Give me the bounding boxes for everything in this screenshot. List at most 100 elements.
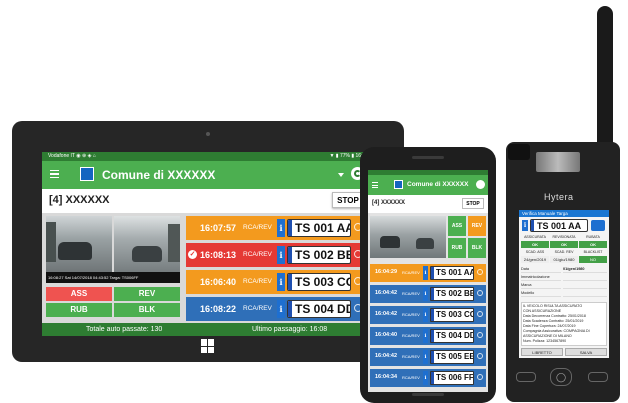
info-value <box>563 274 607 281</box>
phone-speaker-bottom <box>412 393 444 396</box>
phone-blk-button[interactable]: BLK <box>468 238 486 258</box>
tablet-passage-row[interactable]: 16:08:22 RCA/REV i TS 004 DD <box>186 297 370 321</box>
grid-value: 24/gen/2019 <box>521 256 549 263</box>
status-circle-icon <box>477 332 483 338</box>
radio-antenna <box>597 6 613 148</box>
plate-text: TS 006 FF <box>436 373 474 382</box>
grid-label: SCAD. REV <box>554 250 574 254</box>
tablet-passage-row[interactable]: 16:06:40 RCA/REV i TS 003 CC <box>186 270 370 294</box>
tablet-subtitle-row: [4] XXXXXX STOP <box>42 189 372 213</box>
tablet-passage-row[interactable]: 16:07:57 RCA/REV i TS 001 AA <box>186 216 370 240</box>
radio-screen: Verifica Manuale Targa i TS 001 AA ASSIC… <box>519 210 609 358</box>
row-time: 16:04:40 <box>375 332 398 338</box>
grid-label: SCAD. ASS <box>525 250 545 254</box>
tablet-status-bar: Vodafone IT ◉ ⊕ ◈ ⌂ ▼ ▮ 77% ▮ 16:08 <box>42 152 372 161</box>
check-icon: ✓ <box>188 250 197 259</box>
app-logo-icon <box>80 167 94 181</box>
phone-passage-row[interactable]: 16:04:34 RCA/REV i TS 006 FF <box>370 369 486 387</box>
note-line: Num. Polizza: 1234567890 <box>523 339 567 343</box>
windows-logo-icon[interactable] <box>201 339 215 353</box>
radio-knob[interactable] <box>508 144 530 160</box>
row-type: RCA/REV <box>402 375 420 380</box>
grid-value: OK <box>521 241 549 248</box>
libretto-button[interactable]: LIBRETTO <box>521 348 563 356</box>
row-type: RCA/REV <box>243 305 272 312</box>
info-icon[interactable]: i <box>423 266 428 280</box>
salva-button[interactable]: SALVA <box>565 348 607 356</box>
info-icon[interactable]: i <box>423 287 428 301</box>
camera-image-left[interactable] <box>46 216 112 272</box>
phone-rev-button[interactable]: REV <box>468 216 486 236</box>
info-label: Immatricolazione <box>521 274 561 281</box>
phone-passage-row[interactable]: 16:04:40 RCA/REV i TS 004 DD <box>370 327 486 345</box>
row-type: RCA/REV <box>243 224 272 231</box>
plate-number: TS 006 FF <box>430 371 474 385</box>
phone-ass-button[interactable]: ASS <box>448 216 466 236</box>
phone-passage-row[interactable]: 16:04:42 RCA/REV i TS 005 EE <box>370 348 486 366</box>
grid-value: OK <box>579 241 607 248</box>
row-type: RCA/REV <box>243 251 272 258</box>
grid-value: 01/giu/1980 <box>550 256 578 263</box>
plate-text: TS 005 EE <box>436 352 474 361</box>
radio-info-icon[interactable]: i <box>522 220 528 231</box>
phone-rub-button[interactable]: RUB <box>448 238 466 258</box>
info-icon[interactable]: i <box>423 308 428 322</box>
plate-text: TS 003 CC <box>295 275 351 289</box>
ass-button[interactable]: ASS <box>46 287 112 301</box>
phone-logo-icon <box>394 180 403 189</box>
radio-top-grille <box>536 152 580 172</box>
rub-button[interactable]: RUB <box>46 303 112 317</box>
phone-passage-row[interactable]: 16:04:42 RCA/REV i TS 002 BB <box>370 285 486 303</box>
row-time: 16:04:29 <box>375 269 398 275</box>
last-passage: Ultimo passaggio: 16:08 <box>252 326 328 333</box>
plate-number: TS 002 BB <box>287 246 351 264</box>
phone-title: Comune di XXXXXX <box>407 181 469 188</box>
phone-refresh-icon[interactable] <box>476 180 485 189</box>
info-icon[interactable]: i <box>277 300 285 318</box>
plate-number: TS 003 CC <box>430 308 474 322</box>
info-icon[interactable]: i <box>423 329 428 343</box>
info-value <box>563 290 607 297</box>
radio-soft-key-right[interactable] <box>588 372 608 382</box>
radio-ok-key[interactable]: ◯ <box>550 368 572 386</box>
radio-header: Verifica Manuale Targa <box>519 210 609 217</box>
info-icon[interactable]: i <box>277 246 285 264</box>
menu-icon[interactable] <box>50 170 59 178</box>
row-type: RCA/REV <box>243 278 272 285</box>
tablet-passage-row[interactable]: ✓ 16:08:13 RCA/REV i TS 002 BB <box>186 243 370 267</box>
radio-soft-key-left[interactable] <box>516 372 536 382</box>
status-left: Vodafone IT ◉ ⊕ ◈ ⌂ <box>48 153 96 159</box>
plate-number: TS 001 AA <box>287 219 351 237</box>
blk-button[interactable]: BLK <box>114 303 180 317</box>
total-cars: Totale auto passate: 130 <box>86 326 163 333</box>
info-label: Data <box>521 266 561 273</box>
grid-value: NO <box>579 256 607 263</box>
row-type: RCA/REV <box>402 312 420 317</box>
status-circle-icon <box>477 311 483 317</box>
info-icon[interactable]: i <box>423 350 428 364</box>
phone-screen: Comune di XXXXXX [4] XXXXXX STOP ASS REV… <box>368 170 488 392</box>
row-time: 16:06:40 <box>200 277 237 287</box>
radio-search-icon[interactable] <box>591 220 605 231</box>
phone-stop-button[interactable]: STOP <box>462 198 484 209</box>
info-icon[interactable]: i <box>277 219 285 237</box>
phone-passage-row[interactable]: 16:04:29 RCA/REV i TS 001 AA <box>370 264 486 282</box>
status-circle-icon <box>477 374 483 380</box>
radio-plate-text: TS 001 AA <box>537 221 582 231</box>
phone-passage-row[interactable]: 16:04:42 RCA/REV i TS 003 CC <box>370 306 486 324</box>
phone-camera-image[interactable] <box>370 216 446 258</box>
dropdown-arrow-icon[interactable] <box>338 173 344 177</box>
info-label: Modello <box>521 290 561 297</box>
plate-text: TS 004 DD <box>295 302 351 316</box>
camera-image-right[interactable] <box>114 216 180 272</box>
info-icon[interactable]: i <box>423 371 428 385</box>
phone-menu-icon[interactable] <box>372 182 378 188</box>
radio-plate: TS 001 AA <box>530 219 588 232</box>
info-icon[interactable]: i <box>277 273 285 291</box>
plate-text: TS 002 BB <box>436 289 474 298</box>
phone-speaker <box>412 156 444 159</box>
tablet-app-bar: Comune di XXXXXX <box>42 161 372 189</box>
rev-button[interactable]: REV <box>114 287 180 301</box>
plate-number: TS 004 DD <box>287 300 351 318</box>
row-type: RCA/REV <box>402 354 420 359</box>
